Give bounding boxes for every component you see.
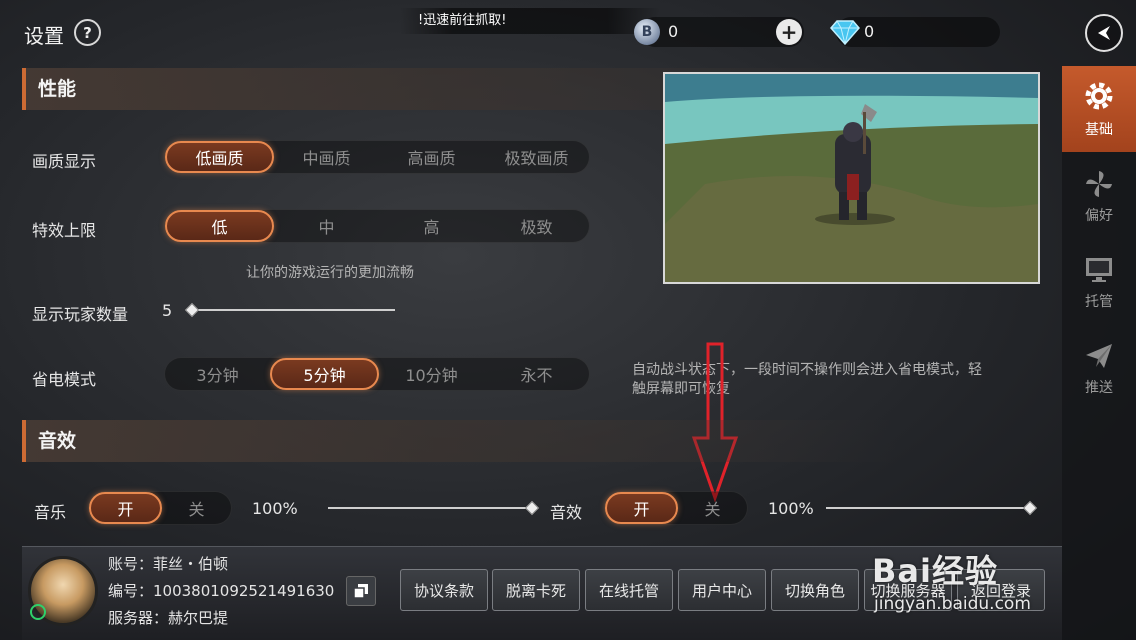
sfx-label: 音效	[550, 503, 583, 522]
terms-button[interactable]: 协议条款	[400, 569, 488, 611]
effects-option-ultra[interactable]: 极致	[484, 210, 589, 242]
switch-character-button[interactable]: 切换角色	[771, 569, 859, 611]
power-save-hint-line1: 自动战斗状态下，一段时间不操作则会进入省电模式，轻	[632, 362, 982, 378]
diamond-bar	[836, 17, 1000, 47]
sfx-volume-value: 100%	[768, 499, 814, 518]
sidebar-item-push[interactable]: 推送	[1062, 326, 1136, 412]
pinwheel-icon	[1086, 171, 1112, 197]
player-count-slider[interactable]	[190, 309, 395, 311]
music-off-option[interactable]: 关	[162, 492, 231, 524]
quality-option-ultra[interactable]: 极致画质	[484, 141, 589, 173]
quality-option-medium[interactable]: 中画质	[274, 141, 379, 173]
sidebar-item-label: 托管	[1085, 294, 1113, 310]
sfx-toggle: 开 关	[604, 491, 748, 525]
sfx-volume-slider[interactable]	[826, 507, 1030, 509]
user-center-button[interactable]: 用户中心	[678, 569, 766, 611]
power-option-never[interactable]: 永不	[484, 358, 589, 390]
marquee-banner: !迅速前往抓取!	[400, 8, 660, 34]
effects-option-medium[interactable]: 中	[274, 210, 379, 242]
online-hosting-button[interactable]: 在线托管	[585, 569, 673, 611]
quality-option-low[interactable]: 低画质	[165, 141, 274, 173]
graphics-preview-image	[663, 72, 1040, 284]
sidebar-item-preference[interactable]: 偏好	[1062, 154, 1136, 240]
power-option-5min[interactable]: 5分钟	[270, 358, 379, 390]
back-arrow-icon	[1098, 26, 1110, 40]
effects-option-high[interactable]: 高	[379, 210, 484, 242]
power-save-label: 省电模式	[32, 370, 97, 389]
copy-icon	[353, 584, 368, 599]
section-sound: 音效	[22, 420, 1052, 462]
sidebar-item-label: 偏好	[1085, 208, 1113, 224]
diamond-value: 0	[864, 22, 875, 41]
back-button[interactable]	[1085, 14, 1123, 52]
power-save-selector: 3分钟 5分钟 10分钟 永不	[164, 357, 590, 391]
quality-option-high[interactable]: 高画质	[379, 141, 484, 173]
sidebar-item-label: 推送	[1085, 380, 1113, 396]
quality-selector: 低画质 中画质 高画质 极致画质	[164, 140, 590, 174]
sfx-off-option[interactable]: 关	[678, 492, 747, 524]
quality-label: 画质显示	[32, 152, 97, 171]
music-volume-knob[interactable]	[524, 500, 540, 516]
effects-label: 特效上限	[32, 221, 97, 240]
account-server: 服务器：赫尔巴提	[108, 609, 229, 627]
sidebar-item-hosting[interactable]: 托管	[1062, 240, 1136, 326]
account-name: 账号：菲丝・伯顿	[108, 555, 229, 573]
effects-selector: 低 中 高 极致	[164, 209, 590, 243]
player-count-label: 显示玩家数量	[32, 305, 129, 324]
player-count-slider-knob[interactable]	[184, 302, 200, 318]
music-volume-value: 100%	[252, 499, 298, 518]
baidu-watermark-url: jingyan.baidu.com	[874, 594, 1031, 614]
player-count-value: 5	[162, 301, 173, 320]
sfx-on-option[interactable]: 开	[605, 492, 678, 524]
music-label: 音乐	[34, 503, 67, 522]
copy-id-button[interactable]	[346, 576, 376, 606]
power-option-10min[interactable]: 10分钟	[379, 358, 484, 390]
sidebar-item-basic[interactable]: 基础	[1062, 66, 1136, 152]
effects-option-low[interactable]: 低	[165, 210, 274, 242]
sfx-volume-knob[interactable]	[1022, 500, 1038, 516]
gear-icon	[1085, 82, 1113, 110]
music-toggle: 开 关	[88, 491, 232, 525]
music-on-option[interactable]: 开	[89, 492, 162, 524]
power-option-3min[interactable]: 3分钟	[165, 358, 270, 390]
effects-hint: 让你的游戏运行的更加流畅	[246, 265, 414, 281]
coin-value: 0	[668, 22, 679, 41]
account-id: 编号：1003801092521491630	[108, 582, 335, 600]
online-status-icon	[30, 604, 46, 620]
sidebar: 基础 偏好 托管 推送	[1062, 66, 1136, 640]
baidu-watermark: Bai经验	[872, 552, 998, 590]
music-volume-slider[interactable]	[328, 507, 532, 509]
paper-plane-icon	[1086, 344, 1112, 368]
page-title: 设置	[24, 24, 64, 48]
monitor-icon	[1086, 258, 1112, 282]
unstuck-button[interactable]: 脱离卡死	[492, 569, 580, 611]
sidebar-item-label: 基础	[1085, 122, 1113, 138]
help-icon[interactable]: ?	[74, 19, 101, 46]
coin-icon: B	[634, 19, 660, 45]
diamond-icon	[830, 18, 860, 50]
add-currency-button[interactable]: +	[776, 19, 802, 45]
